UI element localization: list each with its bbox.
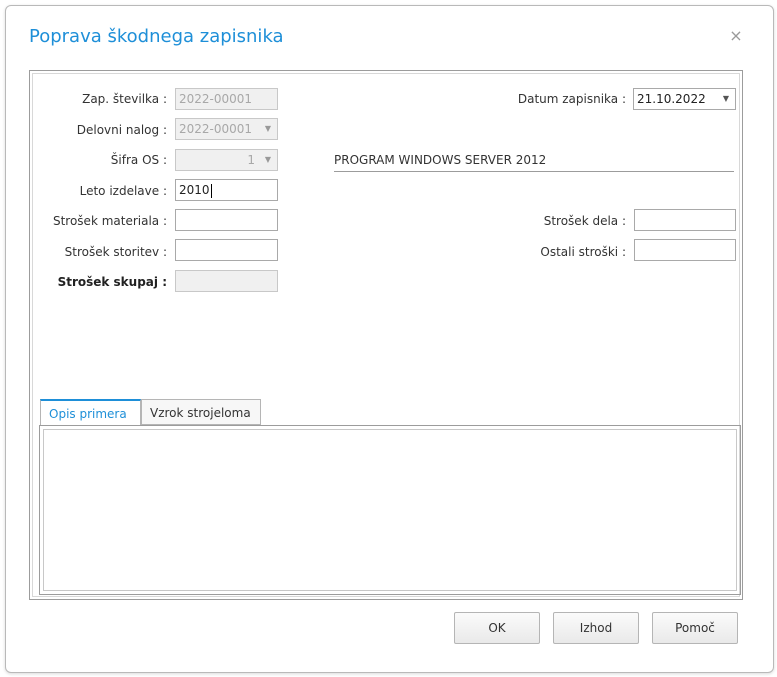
strosek-materiala-field[interactable] — [175, 209, 278, 231]
text-cursor — [210, 183, 212, 198]
leto-izdelave-value: 2010 — [179, 183, 210, 197]
strosek-dela-label: Strošek dela : — [543, 214, 626, 228]
ok-button[interactable]: OK — [454, 612, 540, 644]
sifra-os-description: PROGRAM WINDOWS SERVER 2012 — [334, 152, 734, 172]
sifra-os-label: Šifra OS : — [110, 153, 167, 167]
close-icon[interactable]: × — [728, 28, 744, 44]
delovni-nalog-label: Delovni nalog : — [76, 123, 167, 137]
strosek-skupaj-field — [175, 270, 278, 292]
chevron-down-icon: ▼ — [264, 155, 271, 164]
ostali-stroski-label: Ostali stroški : — [540, 245, 626, 259]
dialog-title: Poprava škodnega zapisnika — [29, 26, 284, 47]
opis-primera-textarea[interactable] — [43, 429, 737, 591]
strosek-dela-field[interactable] — [634, 209, 736, 231]
zap-stevilka-field: 2022-00001 — [175, 88, 278, 110]
strosek-storitev-field[interactable] — [175, 239, 278, 261]
sifra-os-value: 1 — [247, 153, 255, 167]
strosek-materiala-label: Strošek materiala : — [52, 214, 167, 228]
chevron-down-icon: ▼ — [264, 124, 271, 133]
chevron-down-icon[interactable]: ▼ — [723, 89, 729, 109]
tab-content-panel — [39, 425, 741, 595]
leto-izdelave-label: Leto izdelave : — [79, 184, 167, 198]
zap-stevilka-value: 2022-00001 — [179, 92, 253, 106]
delovni-nalog-select: 2022-00001 ▼ — [175, 118, 278, 140]
izhod-button[interactable]: Izhod — [553, 612, 639, 644]
datum-zapisnika-label: Datum zapisnika : — [517, 92, 626, 106]
sifra-os-select: 1 ▼ — [175, 149, 278, 171]
datum-zapisnika-select[interactable]: 21.10.2022 ▼ — [633, 88, 736, 110]
strosek-storitev-label: Strošek storitev : — [64, 245, 167, 259]
datum-zapisnika-value: 21.10.2022 — [637, 92, 706, 106]
pomoc-button[interactable]: Pomoč — [652, 612, 738, 644]
tab-opis-primera[interactable]: Opis primera — [40, 399, 141, 426]
tab-vzrok-strojeloma[interactable]: Vzrok strojeloma — [141, 399, 261, 425]
leto-izdelave-field[interactable]: 2010 — [175, 179, 278, 201]
delovni-nalog-value: 2022-00001 — [179, 122, 253, 136]
ostali-stroski-field[interactable] — [634, 239, 736, 261]
zap-stevilka-label: Zap. številka : — [82, 92, 167, 106]
strosek-skupaj-label: Strošek skupaj : — [57, 275, 167, 289]
